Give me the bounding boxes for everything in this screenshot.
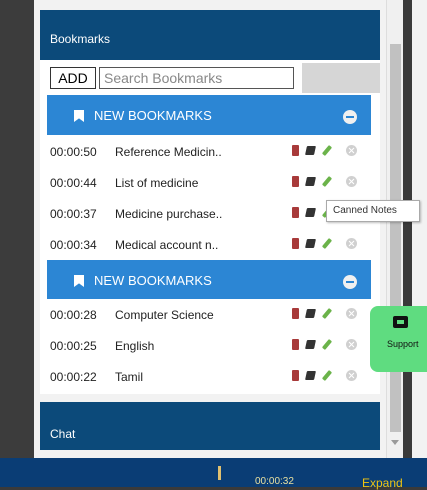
bookmark-name: Medical account n.. <box>115 238 219 252</box>
left-gutter <box>0 0 34 458</box>
delete-icon[interactable] <box>346 339 357 350</box>
canned-notes-icon[interactable] <box>305 144 316 157</box>
bookmark-time: 00:00:22 <box>50 370 97 384</box>
red-note-icon[interactable] <box>290 338 301 351</box>
delete-icon[interactable] <box>346 176 357 187</box>
session-timer: 00:00:32 <box>255 476 294 487</box>
edit-icon[interactable] <box>321 307 332 320</box>
delete-icon[interactable] <box>346 145 357 156</box>
bookmark-name: List of medicine <box>115 176 199 190</box>
canned-notes-icon[interactable] <box>305 206 316 219</box>
bookmark-time: 00:00:28 <box>50 308 97 322</box>
edit-icon[interactable] <box>321 175 332 188</box>
bookmark-time: 00:00:50 <box>50 145 97 159</box>
search-row: ADD <box>40 63 380 93</box>
bookmark-row[interactable]: 00:00:50 Reference Medicin.. <box>47 136 371 167</box>
support-label: Support <box>387 339 419 349</box>
support-button[interactable]: Support <box>370 306 427 372</box>
scrollbar-thumb[interactable] <box>390 44 401 432</box>
bookmark-name: Computer Science <box>115 308 214 322</box>
right-gutter <box>403 0 427 458</box>
delete-icon[interactable] <box>346 370 357 381</box>
red-note-icon[interactable] <box>290 307 301 320</box>
bookmark-group-header[interactable]: NEW BOOKMARKS <box>47 95 371 135</box>
red-note-icon[interactable] <box>290 369 301 382</box>
edit-icon[interactable] <box>321 338 332 351</box>
canned-notes-icon[interactable] <box>305 369 316 382</box>
red-note-icon[interactable] <box>290 206 301 219</box>
bookmark-name: Medicine purchase.. <box>115 207 223 221</box>
bookmark-time: 00:00:37 <box>50 207 97 221</box>
group-title: NEW BOOKMARKS <box>94 108 212 123</box>
delete-icon[interactable] <box>346 308 357 319</box>
search-row-filler <box>302 63 380 93</box>
bookmark-name: Tamil <box>115 370 144 384</box>
side-panel: Bookmarks ADD NEW BOOKMARKS 00:00:50 Ref… <box>34 0 386 458</box>
chat-icon <box>393 316 408 328</box>
red-note-icon[interactable] <box>290 237 301 250</box>
canned-notes-tooltip: Canned Notes <box>326 200 420 222</box>
add-bookmark-button[interactable]: ADD <box>50 67 96 89</box>
bookmark-icon <box>74 110 84 122</box>
scrollbar[interactable] <box>386 0 403 458</box>
canned-notes-icon[interactable] <box>305 338 316 351</box>
collapse-icon[interactable] <box>343 275 357 289</box>
recording-indicator-icon <box>218 466 221 480</box>
bookmark-row[interactable]: 00:00:25 English <box>47 330 371 361</box>
group-title: NEW BOOKMARKS <box>94 273 212 288</box>
bookmark-time: 00:00:25 <box>50 339 97 353</box>
search-bookmarks-input[interactable] <box>99 67 294 89</box>
expand-button[interactable]: Expand <box>362 476 403 490</box>
bookmark-time: 00:00:34 <box>50 238 97 252</box>
bookmark-row[interactable]: 00:00:44 List of medicine <box>47 167 371 198</box>
edit-icon[interactable] <box>321 369 332 382</box>
edit-icon[interactable] <box>321 237 332 250</box>
bookmark-row[interactable]: 00:00:28 Computer Science <box>47 299 371 330</box>
chat-panel-header[interactable]: Chat <box>40 402 380 450</box>
bookmark-icon <box>74 275 84 287</box>
bookmark-row[interactable]: 00:00:22 Tamil <box>47 361 371 392</box>
bookmarks-header: Bookmarks <box>40 10 380 60</box>
bookmark-time: 00:00:44 <box>50 176 97 190</box>
collapse-icon[interactable] <box>343 110 357 124</box>
bookmark-group-header[interactable]: NEW BOOKMARKS <box>47 260 371 300</box>
red-note-icon[interactable] <box>290 144 301 157</box>
canned-notes-icon[interactable] <box>305 237 316 250</box>
bookmark-name: Reference Medicin.. <box>115 145 222 159</box>
bottom-bar: 00:00:32 Expand <box>0 458 427 490</box>
red-note-icon[interactable] <box>290 175 301 188</box>
bookmark-name: English <box>115 339 155 353</box>
canned-notes-icon[interactable] <box>305 307 316 320</box>
bookmark-row[interactable]: 00:00:37 Medicine purchase.. <box>47 198 371 229</box>
right-divider <box>403 0 412 458</box>
edit-icon[interactable] <box>321 144 332 157</box>
delete-icon[interactable] <box>346 238 357 249</box>
canned-notes-icon[interactable] <box>305 175 316 188</box>
bookmark-row[interactable]: 00:00:34 Medical account n.. <box>47 229 371 260</box>
scroll-down-icon[interactable] <box>391 440 399 445</box>
